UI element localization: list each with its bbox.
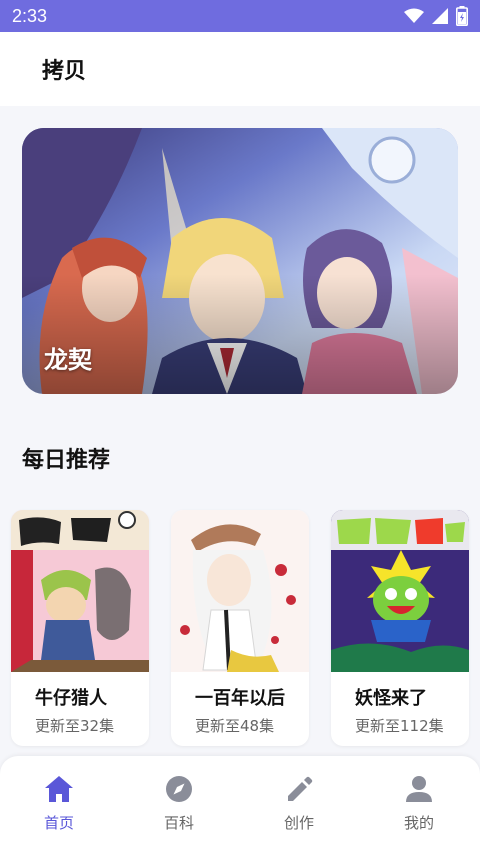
tab-home[interactable]: 首页 xyxy=(19,774,99,834)
tab-label: 我的 xyxy=(403,814,434,832)
battery-icon xyxy=(456,6,468,26)
banner-title: 龙契 xyxy=(44,346,92,374)
daily-list: 牛仔猎人 更新至32集 一百年以后 更新至48集 妖怪来了 更新至112集 xyxy=(0,510,480,746)
comic-episode-count: 更新至112集 xyxy=(355,717,444,735)
comic-title: 一百年以后 xyxy=(195,688,285,709)
comic-title: 妖怪来了 xyxy=(355,688,427,709)
featured-banner[interactable]: 龙契 xyxy=(22,128,458,394)
comic-cover xyxy=(331,510,469,672)
comic-card[interactable]: 妖怪来了 更新至112集 xyxy=(331,510,469,746)
status-bar: 2:33 xyxy=(0,0,480,32)
tab-profile[interactable]: 我的 xyxy=(379,774,459,834)
app-header: 拷贝 xyxy=(0,32,480,106)
tab-create[interactable]: 创作 xyxy=(259,774,339,834)
pencil-icon xyxy=(288,776,313,801)
home-icon xyxy=(45,776,73,802)
user-icon xyxy=(406,776,432,802)
comic-card[interactable]: 牛仔猎人 更新至32集 xyxy=(11,510,149,746)
section-title-daily: 每日推荐 xyxy=(22,448,111,473)
tab-encyclopedia[interactable]: 百科 xyxy=(139,774,219,834)
comic-episode-count: 更新至32集 xyxy=(35,717,115,735)
comic-title: 牛仔猎人 xyxy=(35,688,107,709)
comic-cover xyxy=(171,510,309,672)
tab-label: 创作 xyxy=(283,814,314,832)
status-time: 2:33 xyxy=(12,5,48,26)
status-icons xyxy=(404,6,468,26)
tab-label: 首页 xyxy=(43,814,74,832)
wifi-icon xyxy=(404,8,424,23)
app-title: 拷贝 xyxy=(42,59,87,84)
bottom-tab-bar: 首页 百科 创作 我的 xyxy=(0,756,480,853)
comic-cover xyxy=(11,510,149,672)
comic-episode-count: 更新至48集 xyxy=(195,717,275,735)
comic-card[interactable]: 一百年以后 更新至48集 xyxy=(171,510,309,746)
tab-label: 百科 xyxy=(163,814,194,832)
signal-icon xyxy=(432,8,448,24)
compass-icon xyxy=(166,776,192,802)
